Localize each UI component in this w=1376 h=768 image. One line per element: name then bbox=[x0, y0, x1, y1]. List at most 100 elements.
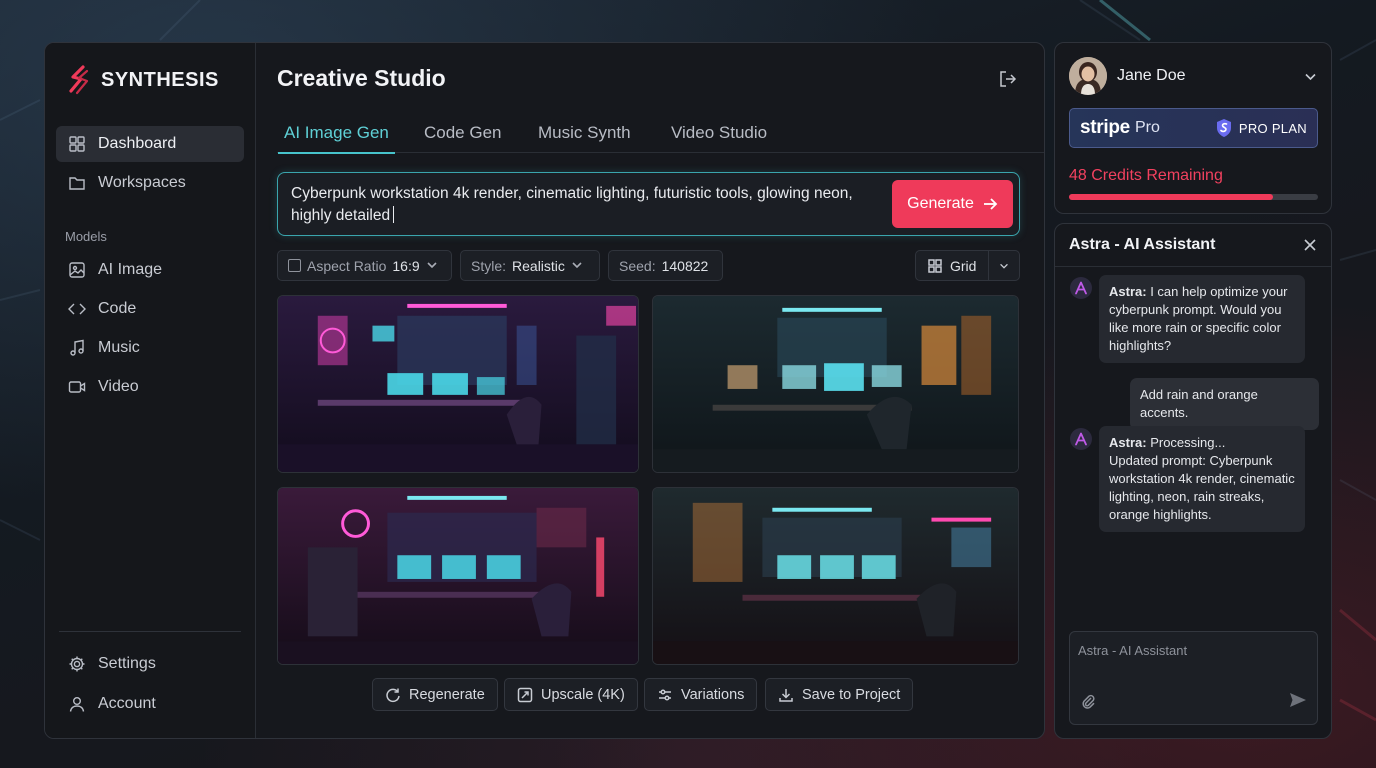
message-text: Processing... bbox=[1150, 435, 1226, 450]
message-sender: Astra: bbox=[1109, 284, 1147, 299]
generated-image-1[interactable] bbox=[277, 295, 639, 473]
folder-icon bbox=[68, 174, 86, 192]
sidebar-item-account[interactable]: Account bbox=[56, 686, 244, 722]
sidebar-item-code[interactable]: Code bbox=[56, 291, 244, 327]
upscale-button[interactable]: Upscale (4K) bbox=[504, 678, 638, 711]
tab-video-studio[interactable]: Video Studio bbox=[665, 123, 773, 152]
grid-view-label: Grid bbox=[950, 257, 977, 274]
tab-music-synth[interactable]: Music Synth bbox=[532, 123, 637, 152]
assistant-avatar-icon bbox=[1070, 277, 1092, 299]
sidebar-item-music[interactable]: Music bbox=[56, 330, 244, 366]
avatar[interactable] bbox=[1069, 57, 1107, 95]
plan-brand: stripe bbox=[1080, 117, 1130, 138]
paperclip-icon[interactable] bbox=[1080, 693, 1096, 714]
chat-message-user: Add rain and orange accents. bbox=[1130, 378, 1319, 430]
sidebar-item-settings[interactable]: Settings bbox=[56, 646, 244, 682]
credits-progress bbox=[1069, 194, 1318, 200]
style-dropdown[interactable]: Style: Realistic bbox=[460, 250, 600, 281]
credits-remaining: 48 Credits Remaining bbox=[1069, 167, 1223, 184]
sidebar: SYNTHESIS Dashboard Workspaces Models AI… bbox=[45, 43, 256, 738]
generate-button-label: Generate bbox=[907, 195, 974, 212]
generated-image-2[interactable] bbox=[652, 295, 1019, 473]
sidebar-item-ai-image[interactable]: AI Image bbox=[56, 252, 244, 288]
seed-label: Seed: bbox=[619, 257, 656, 274]
code-icon bbox=[68, 300, 86, 318]
brand[interactable]: SYNTHESIS bbox=[67, 65, 219, 95]
sidebar-item-dashboard[interactable]: Dashboard bbox=[56, 126, 244, 162]
upscale-label: Upscale (4K) bbox=[541, 686, 625, 703]
assistant-avatar-icon bbox=[1070, 428, 1092, 450]
prompt-text[interactable]: Cyberpunk workstation 4k render, cinemat… bbox=[291, 183, 871, 227]
prompt-input[interactable]: Cyberpunk workstation 4k render, cinemat… bbox=[277, 172, 1020, 236]
assistant-chat-panel: Astra - AI Assistant Astra: I can help o… bbox=[1054, 223, 1332, 739]
message-sender: Astra: bbox=[1109, 435, 1147, 450]
grid-view-button[interactable]: Grid bbox=[916, 251, 989, 280]
chat-message-bot: Astra: I can help optimize your cyberpun… bbox=[1099, 275, 1305, 363]
logout-icon[interactable] bbox=[998, 69, 1018, 89]
sidebar-item-workspaces[interactable]: Workspaces bbox=[56, 165, 244, 201]
view-mode-toggle[interactable]: Grid bbox=[915, 250, 1020, 281]
view-mode-dropdown[interactable] bbox=[989, 260, 1019, 272]
sidebar-item-video[interactable]: Video bbox=[56, 369, 244, 405]
synthesis-logo-icon bbox=[69, 65, 89, 95]
models-section-label: Models bbox=[65, 229, 107, 244]
seed-field[interactable]: Seed: 140822 bbox=[608, 250, 723, 281]
sidebar-item-label: AI Image bbox=[98, 261, 163, 278]
chevron-down-icon bbox=[1000, 263, 1008, 269]
music-icon bbox=[68, 339, 86, 357]
save-to-project-button[interactable]: Save to Project bbox=[765, 678, 914, 711]
user-panel: Jane Doe stripe Pro PRO PLAN 48 Credits … bbox=[1054, 42, 1332, 214]
generated-image-4[interactable] bbox=[652, 487, 1019, 665]
aspect-ratio-dropdown[interactable]: Aspect Ratio 16:9 bbox=[277, 250, 452, 281]
download-icon bbox=[779, 688, 793, 702]
regenerate-label: Regenerate bbox=[409, 686, 485, 703]
video-icon bbox=[68, 378, 86, 396]
gear-icon bbox=[68, 655, 86, 673]
variations-label: Variations bbox=[681, 686, 745, 703]
chevron-down-icon bbox=[571, 258, 583, 274]
image-icon bbox=[68, 261, 86, 279]
dashboard-icon bbox=[68, 135, 86, 153]
brand-name: SYNTHESIS bbox=[101, 68, 219, 91]
sidebar-divider bbox=[59, 631, 241, 632]
close-icon[interactable] bbox=[1303, 238, 1317, 257]
aspect-ratio-label: Aspect Ratio bbox=[307, 257, 387, 274]
refresh-icon bbox=[386, 688, 400, 702]
sidebar-item-label: Settings bbox=[98, 655, 156, 672]
tab-bar: AI Image Gen Code Gen Music Synth Video … bbox=[277, 117, 1044, 154]
chat-message-bot: Astra: Processing... Updated prompt: Cyb… bbox=[1099, 426, 1305, 532]
pro-plan-badge: PRO PLAN bbox=[1215, 118, 1307, 138]
sliders-icon bbox=[659, 688, 671, 701]
tab-ai-image-gen[interactable]: AI Image Gen bbox=[278, 123, 395, 154]
sidebar-item-label: Music bbox=[98, 339, 140, 356]
main-panel: SYNTHESIS Dashboard Workspaces Models AI… bbox=[44, 42, 1045, 739]
generate-button[interactable]: Generate bbox=[892, 180, 1013, 228]
page-title: Creative Studio bbox=[277, 65, 446, 91]
user-name: Jane Doe bbox=[1117, 67, 1186, 84]
arrow-right-icon bbox=[983, 198, 998, 210]
shield-icon bbox=[1216, 119, 1231, 137]
variations-button[interactable]: Variations bbox=[644, 678, 758, 711]
generated-image-3[interactable] bbox=[277, 487, 639, 665]
plan-tier: Pro bbox=[1134, 119, 1160, 136]
expand-icon bbox=[517, 687, 533, 702]
grid-icon bbox=[928, 258, 942, 273]
seed-value: 140822 bbox=[661, 257, 709, 274]
aspect-ratio-checkbox[interactable] bbox=[288, 259, 301, 272]
chat-divider bbox=[1055, 266, 1331, 267]
sidebar-item-label: Dashboard bbox=[98, 135, 177, 152]
content-area: Creative Studio AI Image Gen Code Gen Mu… bbox=[256, 43, 1044, 738]
regenerate-button[interactable]: Regenerate bbox=[372, 678, 498, 711]
send-icon[interactable] bbox=[1289, 691, 1307, 714]
aspect-ratio-value: 16:9 bbox=[392, 257, 420, 274]
sidebar-item-label: Code bbox=[98, 300, 137, 317]
message-text: Add rain and orange accents. bbox=[1140, 387, 1258, 420]
chevron-down-icon[interactable] bbox=[1304, 70, 1317, 88]
tab-code-gen[interactable]: Code Gen bbox=[418, 123, 508, 152]
chat-input[interactable]: Astra - AI Assistant bbox=[1069, 631, 1318, 725]
text-caret bbox=[393, 206, 395, 223]
sidebar-item-label: Account bbox=[98, 695, 156, 712]
plan-card[interactable]: stripe Pro PRO PLAN bbox=[1069, 108, 1318, 148]
user-icon bbox=[68, 695, 86, 713]
credits-progress-fill bbox=[1069, 194, 1274, 200]
